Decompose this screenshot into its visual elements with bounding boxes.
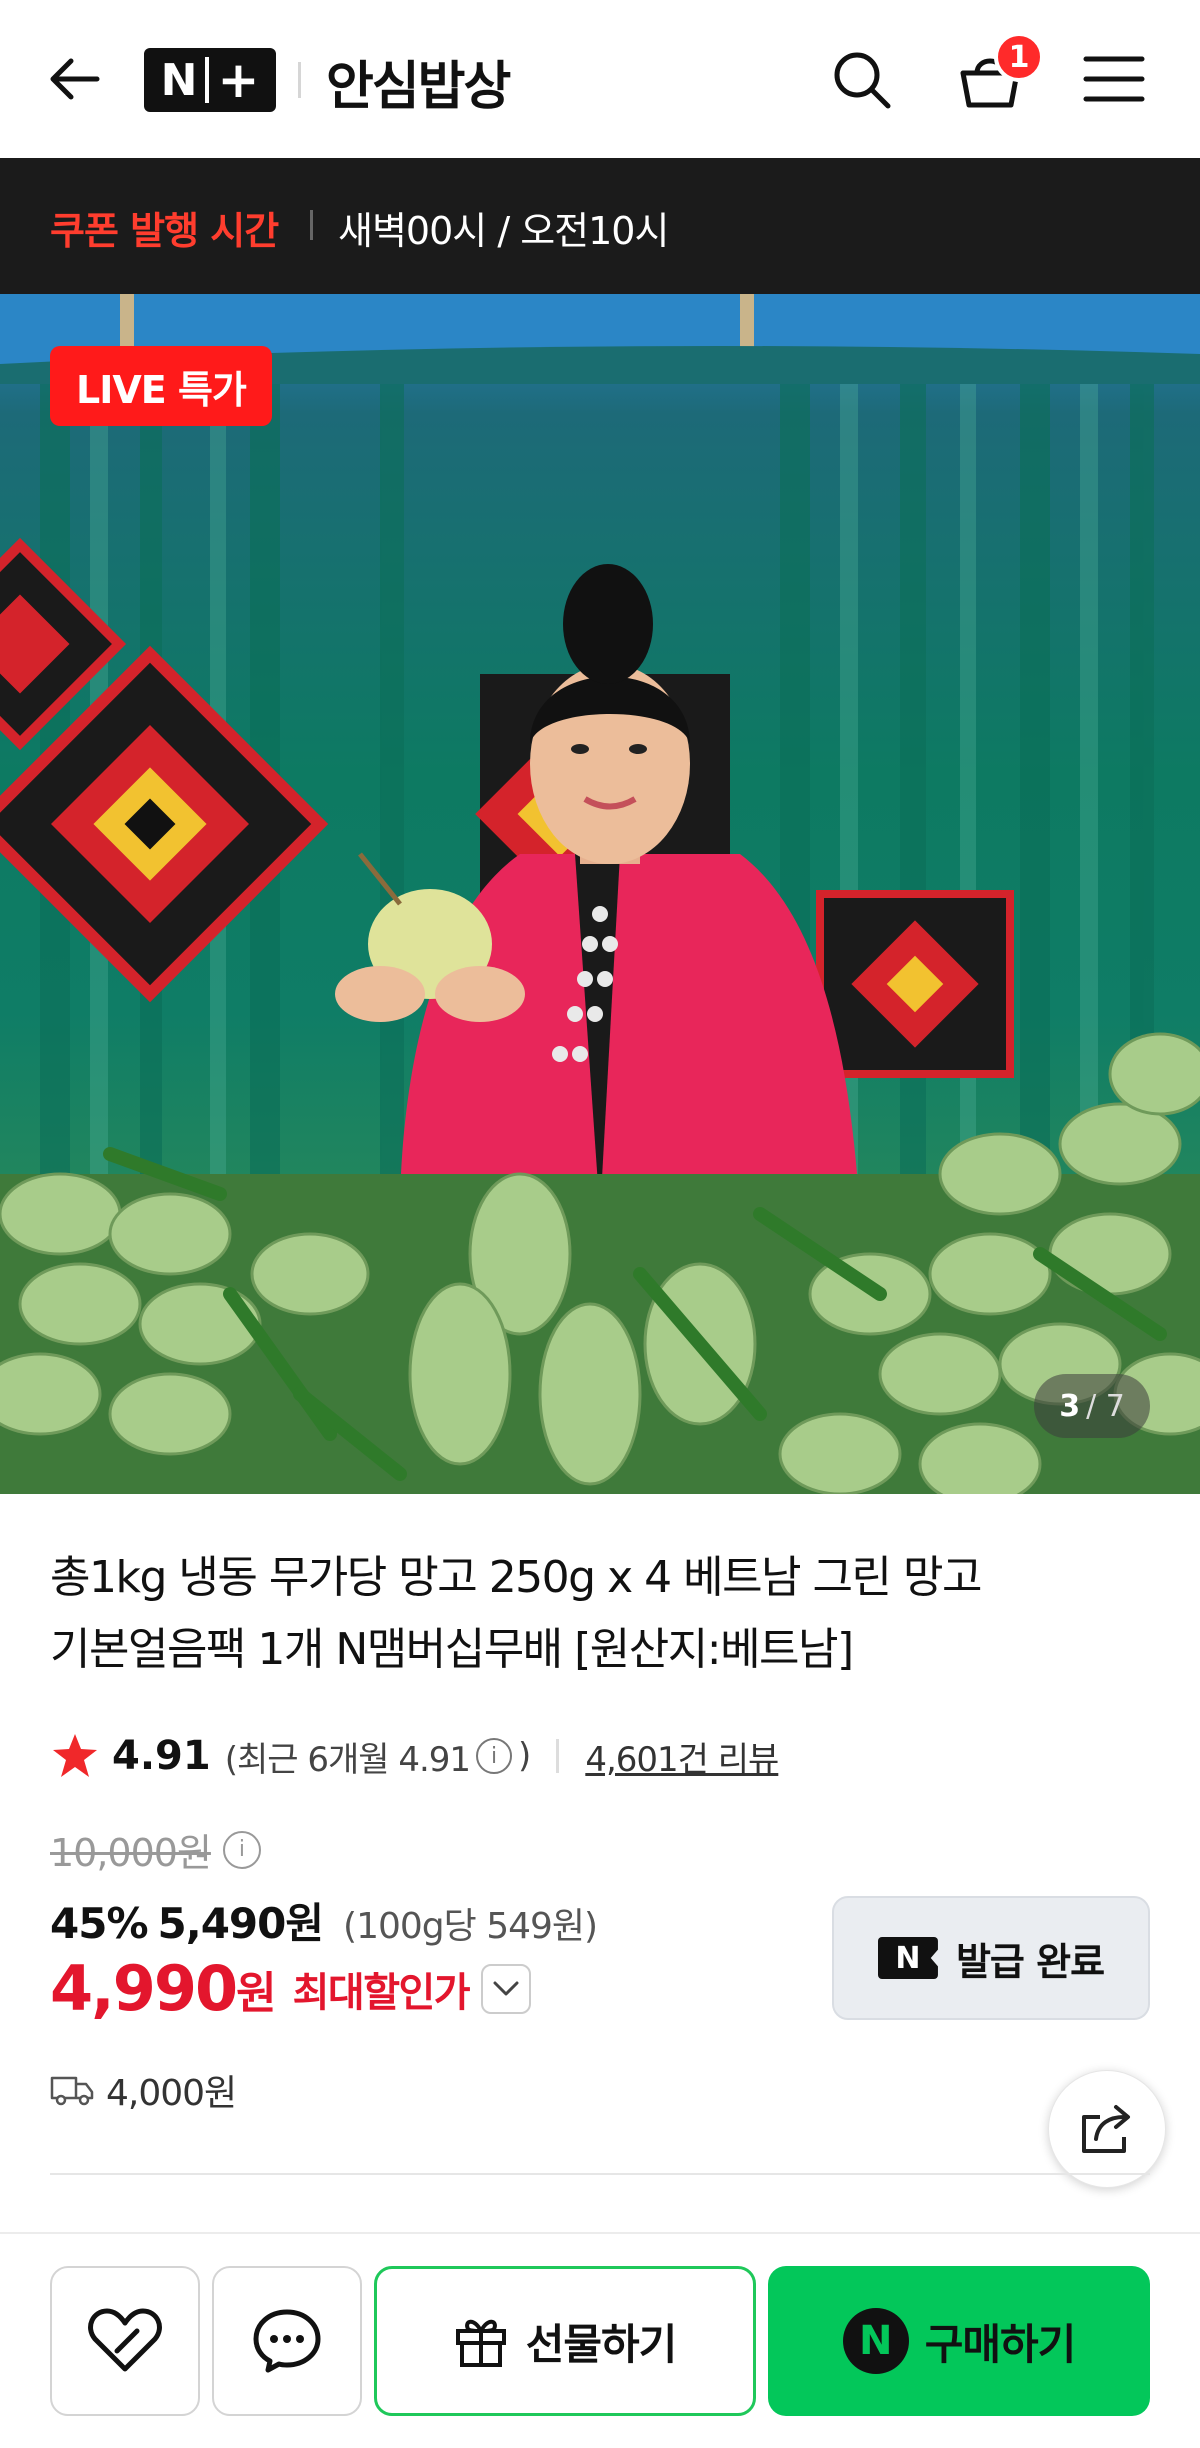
search-icon	[834, 52, 891, 109]
logo-divider	[298, 62, 301, 98]
delivery-fee: 4,000원	[106, 2073, 237, 2114]
logo-plus: +	[217, 51, 260, 109]
logo-n: N	[160, 54, 198, 106]
original-price: 10,000원	[50, 1831, 212, 1875]
final-price-row: 4,990 원 최대할인가	[50, 1952, 532, 2025]
product-title-line-1: 총1kg 냉동 무가당 망고 250g x 4 베트남 그린 망고	[50, 1552, 982, 1603]
naver-pay-icon: N	[842, 2308, 909, 2374]
image-counter-current: 3	[1059, 1388, 1081, 1424]
price-info-icon[interactable]: i	[222, 1830, 261, 1869]
delivery-row: 4,000원	[50, 2064, 237, 2116]
final-price: 4,990	[50, 1952, 238, 2025]
arrow-left-icon	[50, 58, 100, 100]
store-name[interactable]: 안심밥상	[326, 44, 511, 119]
unit-price: (100g당 549원)	[343, 1906, 598, 1947]
buy-label: 구매하기	[924, 2319, 1077, 2369]
info-icon[interactable]: i	[476, 1738, 513, 1774]
coupon-time-label: 쿠폰 발행 시간	[50, 209, 279, 253]
product-photo	[0, 294, 1200, 1494]
product-image-carousel[interactable]	[0, 294, 1200, 1494]
max-discount-label: 최대할인가	[292, 1969, 471, 2016]
back-button[interactable]	[42, 46, 108, 112]
discount-detail-toggle[interactable]	[481, 1963, 532, 2014]
gift-button[interactable]: 선물하기	[374, 2266, 756, 2416]
cart-count-badge: 1	[994, 32, 1044, 82]
gift-box-icon	[455, 2319, 506, 2367]
rating-divider	[556, 1739, 560, 1773]
sale-price: 5,490원	[157, 1899, 324, 1948]
coupon-issued-label: 발급 완료	[955, 1939, 1105, 1984]
coupon-issued-button[interactable]: N 발급 완료	[832, 1896, 1150, 2020]
talk-chat-button[interactable]	[212, 2266, 362, 2416]
heart-icon	[88, 2308, 162, 2372]
live-deal-badge: LIVE 특가	[50, 346, 272, 426]
buy-button[interactable]: N 구매하기	[768, 2266, 1150, 2416]
share-icon	[1082, 2105, 1130, 2153]
coupon-time-value: 새벽00시 / 오전10시	[338, 209, 669, 253]
coupon-divider	[310, 210, 313, 240]
image-counter-total: / 7	[1086, 1388, 1125, 1424]
share-button[interactable]	[1048, 2070, 1166, 2188]
menu-button[interactable]	[1078, 46, 1150, 112]
rating-row: 4.91 (최근 6개월 4.91 i ) 4,601건 리뷰	[50, 1728, 779, 1784]
hamburger-menu-icon	[1083, 56, 1145, 102]
discount-rate: 45%	[50, 1899, 149, 1948]
naver-coupon-icon: N	[877, 1937, 938, 1979]
product-title-line-2: 기본얼음팩 1개 N맴버십무배 [원산지:베트남]	[50, 1624, 854, 1675]
image-counter: 3 / 7	[1034, 1374, 1150, 1438]
delivery-truck-icon	[50, 2076, 94, 2106]
product-title: 총1kg 냉동 무가당 망고 250g x 4 베트남 그린 망고 기본얼음팩 …	[50, 1542, 1150, 1686]
rating-score: 4.91	[112, 1733, 211, 1779]
naver-plus-logo[interactable]: N +	[144, 48, 276, 112]
rating-recent-close: )	[518, 1736, 531, 1776]
star-icon	[53, 1734, 97, 1777]
chevron-down-icon	[493, 1981, 519, 1995]
review-count-link[interactable]: 4,601건 리뷰	[585, 1732, 779, 1781]
wishlist-button[interactable]	[50, 2266, 200, 2416]
final-price-currency: 원	[236, 1967, 277, 2019]
sale-price-row: 45% 5,490원 (100g당 549원)	[50, 1890, 598, 1951]
rating-recent: (최근 6개월 4.91	[224, 1739, 471, 1780]
search-button[interactable]	[826, 44, 898, 116]
chat-bubble-icon	[253, 2309, 321, 2373]
gift-label: 선물하기	[525, 2319, 678, 2369]
original-price-row: 10,000원 i	[50, 1822, 267, 1877]
section-divider	[50, 2173, 1150, 2175]
